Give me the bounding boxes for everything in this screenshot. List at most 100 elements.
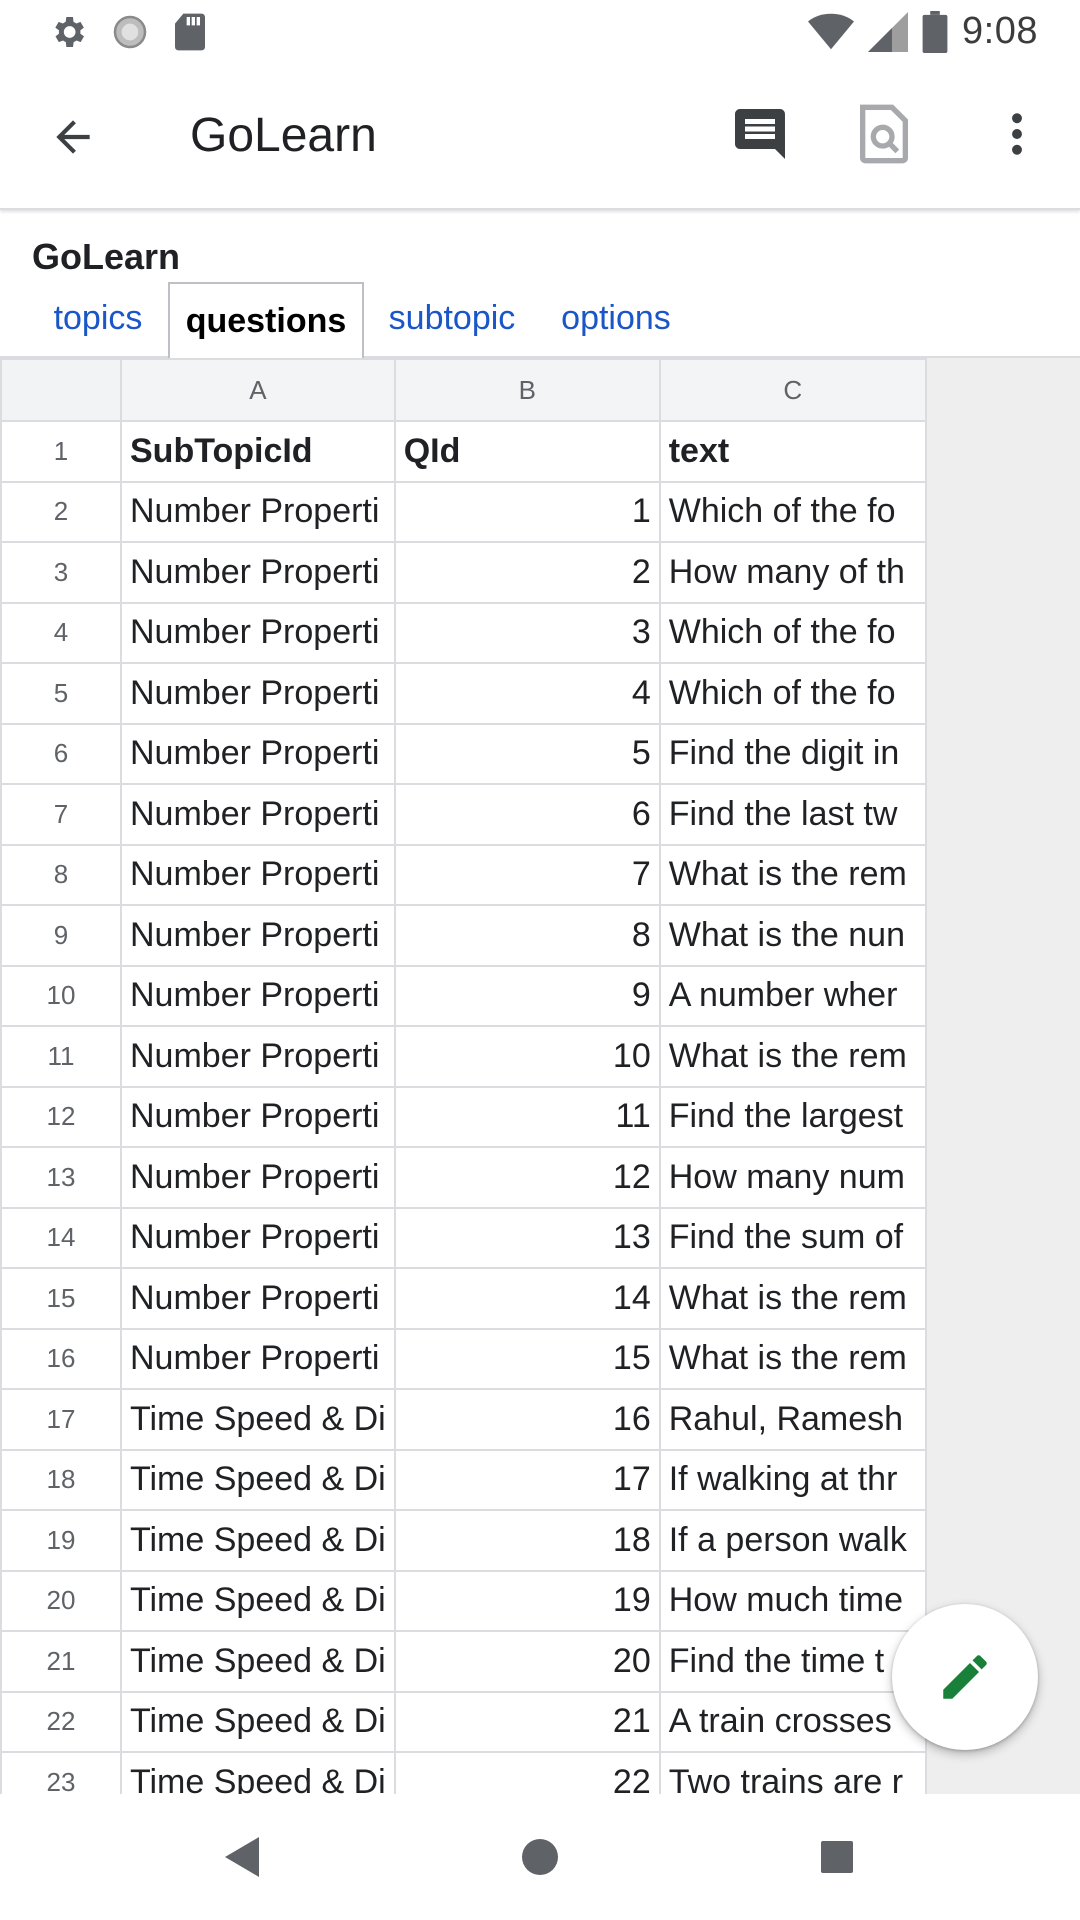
cell[interactable]: Time Speed & Di [120,1751,396,1794]
column-header-c[interactable]: C [658,358,927,422]
column-header-a[interactable]: A [120,358,396,422]
row-header[interactable]: 10 [0,964,122,1027]
cell[interactable]: Number Properti [120,541,396,604]
row-header[interactable]: 20 [0,1569,122,1632]
cell[interactable]: Time Speed & Di [120,1509,396,1572]
cell[interactable]: What is the rem [658,1327,927,1390]
row-header[interactable]: 17 [0,1388,122,1451]
cell[interactable]: What is the rem [658,843,927,906]
cell[interactable]: Which of the fo [658,662,927,725]
cell[interactable]: Find the digit in [658,722,927,785]
cell[interactable]: 6 [393,783,661,846]
tab-subtopic[interactable]: subtopic [376,282,528,354]
back-button[interactable] [40,104,106,170]
cell[interactable]: Time Speed & Di [120,1630,396,1693]
cell[interactable]: 17 [393,1448,661,1511]
row-header[interactable]: 7 [0,783,122,846]
cell[interactable]: Time Speed & Di [120,1448,396,1511]
row-header[interactable]: 23 [0,1751,122,1794]
cell[interactable]: Which of the fo [658,480,927,543]
cell[interactable]: Two trains are r [658,1751,927,1794]
cell[interactable]: 9 [393,964,661,1027]
row-header[interactable]: 1 [0,420,122,483]
cell[interactable]: 14 [393,1267,661,1330]
cell[interactable]: 20 [393,1630,661,1693]
cell[interactable]: Find the time t [658,1630,927,1693]
cell[interactable]: SubTopicId [120,420,396,483]
row-header[interactable]: 8 [0,843,122,906]
cell[interactable]: 10 [393,1025,661,1088]
cell[interactable]: Number Properti [120,1267,396,1330]
cell[interactable]: 7 [393,843,661,906]
cell[interactable]: Number Properti [120,480,396,543]
cell[interactable]: Number Properti [120,1206,396,1269]
row-header[interactable]: 5 [0,662,122,725]
cell[interactable]: Number Properti [120,843,396,906]
column-header-b[interactable]: B [393,358,661,422]
spreadsheet-grid[interactable]: A B C 1 SubTopicId QId text 2 Number Prop… [0,358,1080,1794]
nav-recents-button[interactable] [804,1824,870,1890]
row-header[interactable]: 19 [0,1509,122,1572]
cell[interactable]: 4 [393,662,661,725]
row-header[interactable]: 13 [0,1146,122,1209]
tab-options[interactable]: options [548,282,684,354]
cell[interactable]: Number Properti [120,1025,396,1088]
cell[interactable]: A number wher [658,964,927,1027]
row-header[interactable]: 6 [0,722,122,785]
cell[interactable]: 3 [393,601,661,664]
cell[interactable]: 1 [393,480,661,543]
cell[interactable]: 19 [393,1569,661,1632]
cell[interactable]: 18 [393,1509,661,1572]
cell[interactable]: Find the largest [658,1085,927,1148]
row-header[interactable]: 21 [0,1630,122,1693]
cell[interactable]: Number Properti [120,783,396,846]
cell[interactable]: Number Properti [120,964,396,1027]
cell[interactable]: How many num [658,1146,927,1209]
cell[interactable]: 12 [393,1146,661,1209]
row-header[interactable]: 14 [0,1206,122,1269]
cell[interactable]: Time Speed & Di [120,1388,396,1451]
cell[interactable]: 5 [393,722,661,785]
cell[interactable]: Number Properti [120,662,396,725]
cell[interactable]: A train crosses [658,1690,927,1753]
row-header[interactable]: 11 [0,1025,122,1088]
tab-questions[interactable]: questions [168,282,364,360]
cell[interactable]: 16 [393,1388,661,1451]
row-header[interactable]: 3 [0,541,122,604]
row-header[interactable]: 4 [0,601,122,664]
cell[interactable]: How much time [658,1569,927,1632]
cell[interactable]: Number Properti [120,722,396,785]
cell[interactable]: QId [393,420,661,483]
row-header[interactable]: 2 [0,480,122,543]
cell[interactable]: 22 [393,1751,661,1794]
cell[interactable]: 11 [393,1085,661,1148]
comments-button[interactable] [730,104,796,170]
cell[interactable]: Number Properti [120,601,396,664]
row-header[interactable]: 15 [0,1267,122,1330]
nav-back-button[interactable] [210,1824,276,1890]
cell[interactable]: Which of the fo [658,601,927,664]
cell[interactable]: Number Properti [120,1146,396,1209]
cell[interactable]: Find the sum of [658,1206,927,1269]
cell[interactable]: 21 [393,1690,661,1753]
edit-fab-button[interactable] [892,1604,1038,1750]
cell[interactable]: 2 [393,541,661,604]
cell[interactable]: text [658,420,927,483]
cell[interactable]: What is the rem [658,1267,927,1330]
cell[interactable]: How many of th [658,541,927,604]
row-header[interactable]: 9 [0,904,122,967]
preview-button[interactable] [856,102,922,168]
row-header[interactable]: 12 [0,1085,122,1148]
row-header[interactable]: 16 [0,1327,122,1390]
cell[interactable]: If walking at thr [658,1448,927,1511]
cell[interactable]: 13 [393,1206,661,1269]
cell[interactable]: If a person walk [658,1509,927,1572]
cell[interactable]: Number Properti [120,1085,396,1148]
cell[interactable]: Rahul, Ramesh [658,1388,927,1451]
cell[interactable]: What is the rem [658,1025,927,1088]
cell[interactable]: Number Properti [120,904,396,967]
cell[interactable]: Find the last tw [658,783,927,846]
cell[interactable]: Time Speed & Di [120,1690,396,1753]
row-header[interactable]: 22 [0,1690,122,1753]
grid-corner[interactable] [0,358,122,422]
